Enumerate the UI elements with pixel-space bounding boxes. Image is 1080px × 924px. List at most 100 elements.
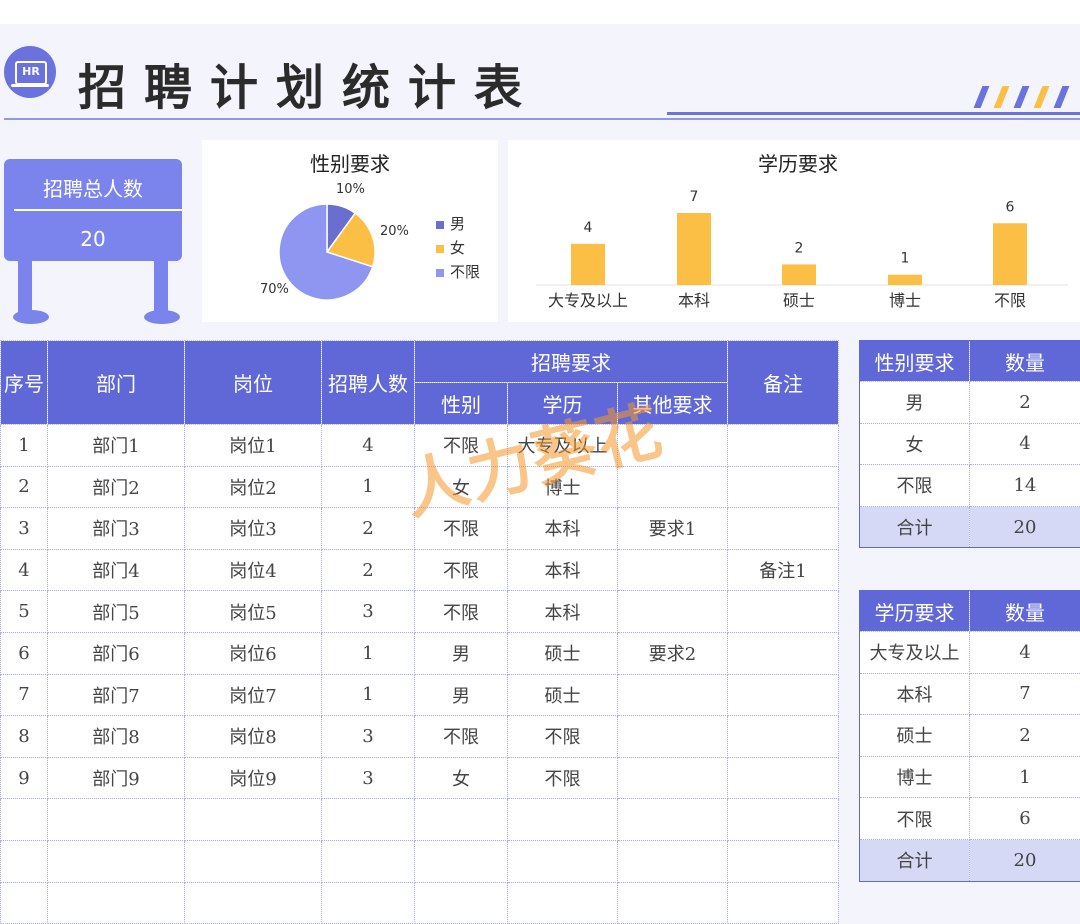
cell-note[interactable] <box>727 839 839 883</box>
cell-index[interactable]: 6 <box>0 631 48 675</box>
cell-dept[interactable]: 部门4 <box>47 548 185 592</box>
cell-index[interactable]: 4 <box>0 548 48 592</box>
summary-category[interactable]: 硕士 <box>859 714 970 757</box>
summary-quantity[interactable]: 14 <box>969 464 1080 507</box>
cell-note[interactable] <box>727 673 839 717</box>
cell-gender[interactable]: 不限 <box>414 424 508 467</box>
cell-gender[interactable]: 不限 <box>414 590 508 633</box>
cell-position[interactable]: 岗位2 <box>184 465 322 509</box>
cell-index[interactable] <box>0 881 48 924</box>
summary-quantity[interactable]: 1 <box>969 755 1080 799</box>
cell-note[interactable] <box>727 507 839 550</box>
summary-total-value[interactable]: 20 <box>969 505 1080 549</box>
cell-dept[interactable] <box>47 798 185 841</box>
cell-index[interactable] <box>0 839 48 883</box>
cell-position[interactable] <box>184 881 322 924</box>
cell-other[interactable]: 要求1 <box>617 507 728 550</box>
cell-note[interactable] <box>727 465 839 509</box>
cell-count[interactable]: 1 <box>321 673 415 717</box>
cell-count[interactable]: 3 <box>321 715 415 758</box>
cell-index[interactable]: 1 <box>0 424 48 467</box>
cell-education[interactable]: 不限 <box>507 756 618 800</box>
cell-count[interactable]: 2 <box>321 548 415 592</box>
cell-position[interactable]: 岗位3 <box>184 507 322 550</box>
cell-note[interactable] <box>727 590 839 633</box>
summary-quantity[interactable]: 2 <box>969 381 1080 424</box>
cell-count[interactable]: 4 <box>321 424 415 467</box>
cell-position[interactable] <box>184 839 322 883</box>
summary-category[interactable]: 女 <box>859 422 970 466</box>
cell-count[interactable]: 1 <box>321 631 415 675</box>
cell-education[interactable]: 本科 <box>507 548 618 592</box>
summary-quantity[interactable]: 4 <box>969 422 1080 466</box>
cell-other[interactable] <box>617 756 728 800</box>
summary-total-label[interactable]: 合计 <box>859 505 970 549</box>
cell-dept[interactable]: 部门7 <box>47 673 185 717</box>
cell-dept[interactable] <box>47 881 185 924</box>
cell-other[interactable] <box>617 798 728 841</box>
cell-gender[interactable]: 不限 <box>414 548 508 592</box>
cell-dept[interactable]: 部门6 <box>47 631 185 675</box>
cell-count[interactable]: 3 <box>321 590 415 633</box>
cell-index[interactable] <box>0 798 48 841</box>
cell-other[interactable] <box>617 590 728 633</box>
cell-gender[interactable]: 男 <box>414 631 508 675</box>
cell-position[interactable]: 岗位5 <box>184 590 322 633</box>
cell-index[interactable]: 5 <box>0 590 48 633</box>
summary-quantity[interactable]: 7 <box>969 672 1080 716</box>
cell-dept[interactable]: 部门8 <box>47 715 185 758</box>
cell-index[interactable]: 9 <box>0 756 48 800</box>
cell-note[interactable] <box>727 631 839 675</box>
summary-category[interactable]: 不限 <box>859 464 970 507</box>
cell-position[interactable]: 岗位8 <box>184 715 322 758</box>
summary-category[interactable]: 本科 <box>859 672 970 716</box>
cell-count[interactable] <box>321 839 415 883</box>
cell-dept[interactable]: 部门3 <box>47 507 185 550</box>
cell-education[interactable] <box>507 881 618 924</box>
cell-education[interactable]: 大专及以上 <box>507 424 618 467</box>
cell-gender[interactable]: 不限 <box>414 507 508 550</box>
cell-education[interactable] <box>507 839 618 883</box>
cell-gender[interactable]: 女 <box>414 465 508 509</box>
cell-count[interactable] <box>321 798 415 841</box>
summary-quantity[interactable]: 6 <box>969 797 1080 840</box>
cell-position[interactable] <box>184 798 322 841</box>
cell-index[interactable]: 7 <box>0 673 48 717</box>
cell-other[interactable] <box>617 424 728 467</box>
cell-position[interactable]: 岗位6 <box>184 631 322 675</box>
cell-count[interactable]: 1 <box>321 465 415 509</box>
summary-category[interactable]: 不限 <box>859 797 970 840</box>
cell-dept[interactable]: 部门5 <box>47 590 185 633</box>
cell-education[interactable]: 不限 <box>507 715 618 758</box>
cell-other[interactable] <box>617 548 728 592</box>
summary-category[interactable]: 大专及以上 <box>859 631 970 674</box>
cell-other[interactable]: 要求2 <box>617 631 728 675</box>
cell-position[interactable]: 岗位1 <box>184 424 322 467</box>
cell-note[interactable] <box>727 881 839 924</box>
cell-education[interactable]: 本科 <box>507 590 618 633</box>
cell-index[interactable]: 8 <box>0 715 48 758</box>
cell-note[interactable] <box>727 424 839 467</box>
cell-other[interactable] <box>617 465 728 509</box>
cell-other[interactable] <box>617 715 728 758</box>
cell-note[interactable] <box>727 715 839 758</box>
cell-position[interactable]: 岗位7 <box>184 673 322 717</box>
cell-gender[interactable]: 男 <box>414 673 508 717</box>
summary-category[interactable]: 博士 <box>859 755 970 799</box>
cell-education[interactable]: 博士 <box>507 465 618 509</box>
cell-gender[interactable] <box>414 881 508 924</box>
summary-quantity[interactable]: 4 <box>969 631 1080 674</box>
cell-gender[interactable] <box>414 798 508 841</box>
cell-count[interactable]: 2 <box>321 507 415 550</box>
cell-count[interactable]: 3 <box>321 756 415 800</box>
cell-gender[interactable]: 不限 <box>414 715 508 758</box>
summary-category[interactable]: 男 <box>859 381 970 424</box>
cell-index[interactable]: 3 <box>0 507 48 550</box>
cell-gender[interactable] <box>414 839 508 883</box>
cell-dept[interactable] <box>47 839 185 883</box>
cell-note[interactable] <box>727 798 839 841</box>
cell-other[interactable] <box>617 673 728 717</box>
cell-position[interactable]: 岗位9 <box>184 756 322 800</box>
cell-education[interactable]: 硕士 <box>507 631 618 675</box>
cell-education[interactable]: 本科 <box>507 507 618 550</box>
